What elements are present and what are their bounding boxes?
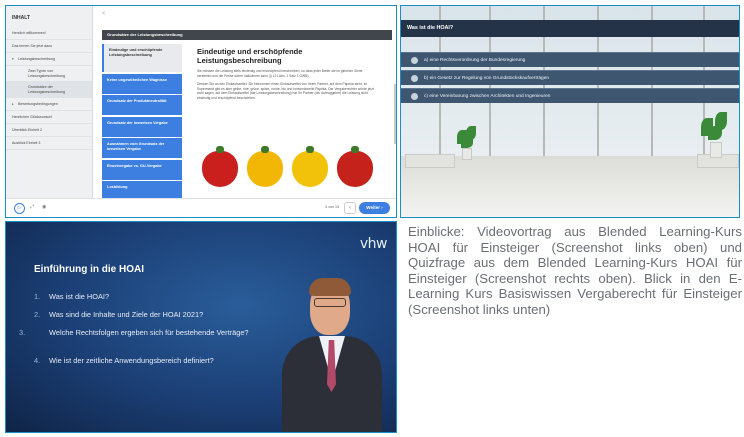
player-footer: ▷ ⤢ ◉ 5 von 15 ‹ Weiter ›	[6, 198, 396, 217]
bench	[405, 154, 455, 168]
agenda-item: 1. Was ist die HOAI?	[34, 292, 264, 302]
content-paragraph: Sie müssen die Leistung stets eindeutig …	[197, 69, 363, 78]
tab-produktneutralitaet[interactable]: Grundsatz der Produktneutralität	[102, 95, 182, 115]
pepper-red	[202, 146, 238, 187]
agenda-item: 2. Was sind die Inhalte und Ziele der HOA…	[34, 310, 264, 320]
agenda-item: 3. Welche Rechtsfolgen ergeben sich für b…	[19, 328, 264, 338]
sidebar-item-label: Herzlich willkommen!	[12, 31, 46, 35]
answer-option-b[interactable]: b) ein Gesetz zur Regelung von Grundstüc…	[401, 70, 739, 85]
answer-option-a[interactable]: a) eine Rechtsverordnung der Bundesregie…	[401, 52, 739, 67]
video-title: Einführung in die HOAI	[34, 264, 144, 275]
sidebar-item-label: Ausblick Einheit 3	[12, 141, 41, 145]
agenda-number: 4.	[34, 356, 41, 365]
presenter	[274, 278, 394, 432]
tab-einzelvergabe[interactable]: Einzelvergabe vs. GU-Vergabe	[102, 159, 182, 180]
caption-text: Einblicke: Videovortrag aus Blended Lear…	[408, 224, 742, 317]
play-icon[interactable]: ▷	[14, 203, 25, 214]
next-button-label: Weiter	[366, 205, 380, 210]
plant-left	[453, 124, 483, 164]
pepper-red	[337, 146, 373, 187]
plant-right	[699, 112, 733, 162]
sidebar-item-bewertungsbedingungen[interactable]: ▸ Bewertungsbedingungen	[6, 98, 92, 111]
sidebar-item-ausblick-3[interactable]: Ausblick Einheit 3	[6, 137, 92, 150]
sidebar-item-label: Zwei Typen von Leistungsbeschreibung	[28, 69, 65, 78]
sidebar-item-welcome[interactable]: Herzlich willkommen!	[6, 27, 92, 40]
sidebar-item-grundsaetze[interactable]: Grundsätze der Leistungsbeschreibung	[6, 82, 92, 98]
main-content: < Grundsätze der Leistungsbeschreibung E…	[94, 6, 396, 217]
agenda-text: Wie ist der zeitliche Anwendungsbereich …	[49, 356, 214, 365]
agenda-text: Was ist die HOAI?	[49, 292, 110, 301]
answer-label: a) eine Rechtsverordnung der Bundesregie…	[424, 58, 526, 63]
sidebar-item-label: Herzlichen Glückwunsch!	[12, 115, 53, 119]
scrollbar[interactable]	[394, 84, 396, 144]
quiz-screenshot: Was ist die HOAI? a) eine Rechtsverordnu…	[400, 5, 740, 218]
content-title: Eindeutige und erschöpfende Leistungsbes…	[197, 47, 303, 65]
tab-ausnahmen[interactable]: Ausnahmen vom Grundsatz der losweisen Ve…	[102, 138, 182, 158]
sidebar-item-label: Grundsätze der Leistungsbeschreibung	[28, 85, 65, 94]
sidebar-item-ueberblick-2[interactable]: Überblick Einheit 2	[6, 124, 92, 137]
sidebar-item-label: Bewertungsbedingungen	[18, 102, 58, 106]
tab-eindeutige[interactable]: Eindeutige und erschöpfende Leistungsbes…	[102, 44, 182, 72]
tab-wagnisse[interactable]: Keine ungewöhnlichen Wagnisse	[102, 73, 182, 94]
sidebar-item-leistungsbeschreibung[interactable]: ▾ Leistungsbeschreibung	[6, 53, 92, 66]
agenda-text: Welche Rechtsfolgen ergeben sich für bes…	[49, 328, 249, 337]
radio-icon[interactable]	[411, 74, 418, 82]
agenda-text: Was sind die Inhalte und Ziele der HOAI …	[49, 310, 204, 319]
content-card: Eindeutige und erschöpfende Leistungsbes…	[102, 44, 396, 203]
vhw-logo: vhw	[359, 236, 388, 252]
page-title: Grundsätze der Leistungsbeschreibung	[102, 30, 392, 40]
video-screenshot: vhw Einführung in die HOAI 1. Was ist die…	[5, 221, 397, 433]
tab-list: Eindeutige und erschöpfende Leistungsbes…	[102, 44, 182, 203]
content-paragraph: Denken Sie an den Einkaufszettel: Sie be…	[197, 82, 374, 100]
prev-button[interactable]: ‹	[344, 202, 356, 214]
agenda-number: 3.	[19, 328, 26, 337]
radio-icon[interactable]	[411, 92, 418, 100]
sidebar-item-glueckwunsch[interactable]: Herzlichen Glückwunsch!	[6, 111, 92, 124]
eye-icon[interactable]: ◉	[42, 204, 46, 210]
answer-option-c[interactable]: c) eine Vereinbarung zwischen Architekte…	[401, 88, 739, 103]
expand-icon[interactable]: ⤢	[30, 204, 34, 210]
sidebar-item-label: Überblick Einheit 2	[12, 128, 42, 132]
next-button[interactable]: Weiter ›	[359, 202, 390, 214]
sidebar-item-label: Das lernen Sie jetzt dazu	[12, 44, 52, 48]
tab-panel: Eindeutige und erschöpfende Leistungsbes…	[197, 47, 377, 101]
answer-label: c) eine Vereinbarung zwischen Architekte…	[424, 94, 551, 99]
tab-losweise-vergabe[interactable]: Grundsatz der losweisen Vergabe	[102, 116, 182, 137]
radio-icon[interactable]	[411, 56, 418, 64]
back-icon[interactable]: <	[102, 11, 106, 17]
sidebar-heading: INHALT	[12, 15, 30, 21]
sidebar-item-learning-goals[interactable]: Das lernen Sie jetzt dazu	[6, 40, 92, 53]
agenda-item: 4. Wie ist der zeitliche Anwendungsbereic…	[34, 356, 264, 366]
agenda-number: 1.	[34, 292, 41, 301]
peppers-image	[200, 145, 375, 193]
pepper-yellow	[292, 146, 328, 187]
agenda-number: 2.	[34, 310, 41, 319]
sidebar-item-label: Leistungsbeschreibung	[18, 57, 55, 61]
pepper-yellow	[247, 146, 283, 187]
page-indicator: 5 von 15	[325, 205, 339, 209]
quiz-question: Was ist die HOAI?	[401, 20, 739, 37]
sidebar: INHALT Herzlich willkommen! Das lernen S…	[6, 6, 93, 217]
elearning-screenshot: INHALT Herzlich willkommen! Das lernen S…	[5, 5, 397, 218]
sidebar-item-zwei-typen[interactable]: Zwei Typen von Leistungsbeschreibung	[6, 66, 92, 82]
answer-label: b) ein Gesetz zur Regelung von Grundstüc…	[424, 76, 550, 81]
